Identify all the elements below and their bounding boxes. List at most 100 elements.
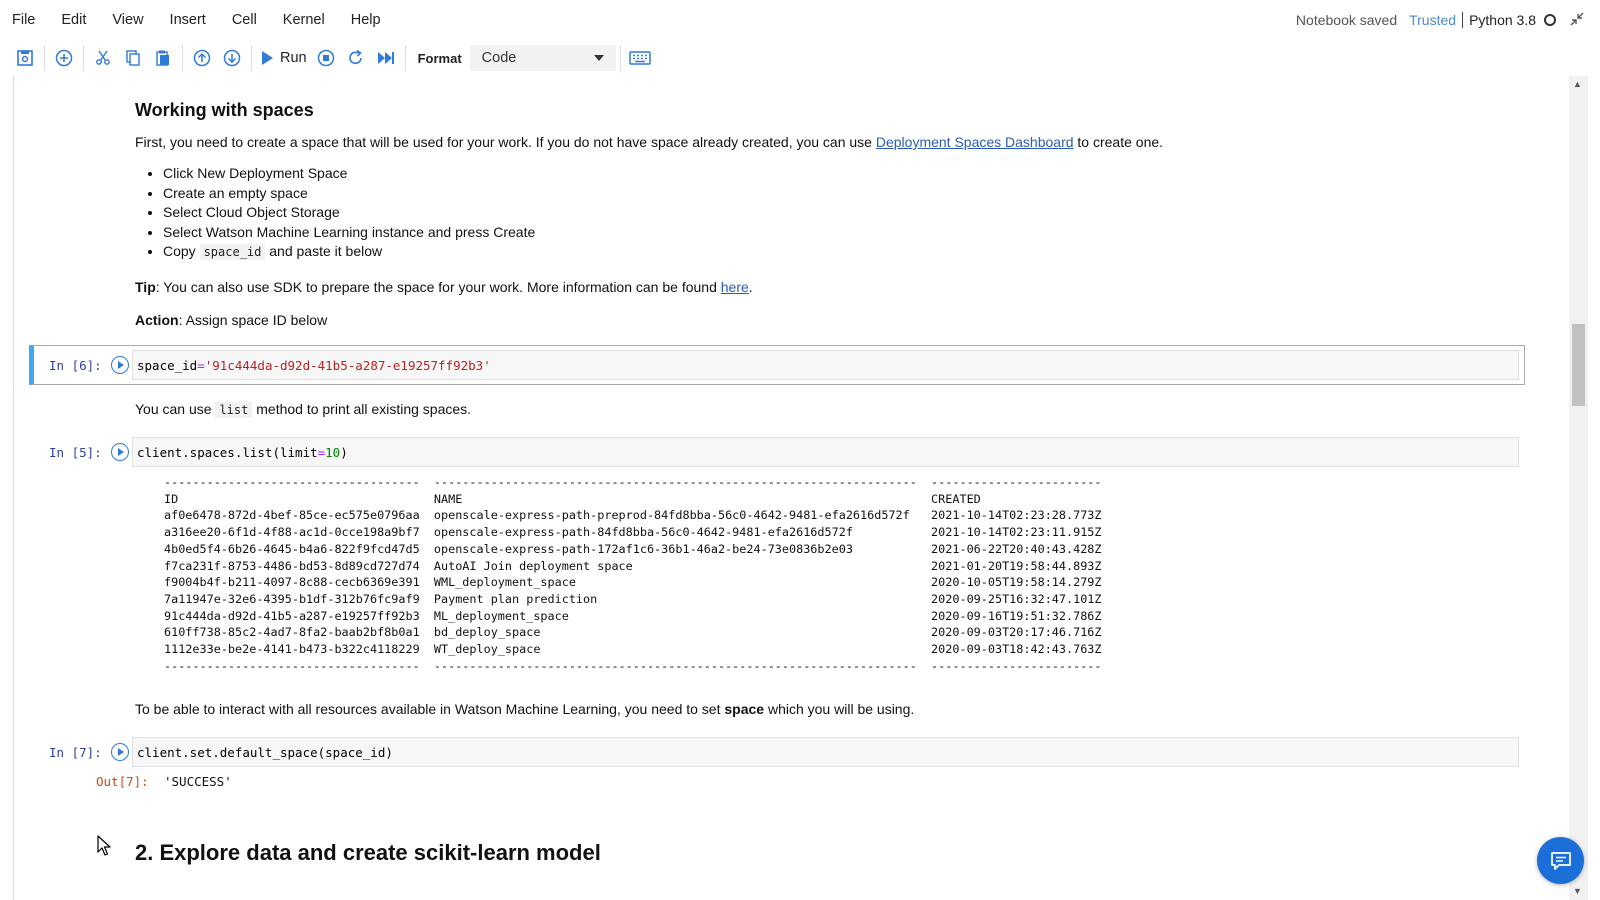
code-string: '91c444da-d92d-41b5-a287-e19257ff92b3' bbox=[204, 357, 491, 373]
steps-list: Click New Deployment Space Create an emp… bbox=[135, 164, 1515, 263]
action-paragraph: Action: Assign space ID below bbox=[135, 310, 1515, 330]
inline-code: space_id bbox=[199, 244, 266, 261]
notebook-area: Working with spaces First, you need to c… bbox=[13, 76, 1569, 900]
mouse-cursor-icon bbox=[97, 835, 111, 860]
table-row: 91c444da-d92d-41b5-a287-e19257ff92b3 ML_… bbox=[164, 608, 1102, 623]
menu-file[interactable]: File bbox=[12, 12, 35, 28]
menu-kernel[interactable]: Kernel bbox=[283, 12, 325, 28]
stop-icon[interactable] bbox=[311, 43, 341, 73]
paste-icon[interactable] bbox=[148, 43, 178, 73]
action-label: Action bbox=[135, 311, 179, 328]
table-row: 610ff738-85c2-4ad7-8fa2-baab2bf8b0a1 bd_… bbox=[164, 625, 1102, 640]
menu-view[interactable]: View bbox=[112, 12, 143, 28]
action-text: : Assign space ID below bbox=[178, 311, 328, 328]
save-status: Notebook saved bbox=[1295, 12, 1398, 28]
output-prompt: Out[7]: bbox=[96, 774, 149, 789]
toolbar-divider bbox=[44, 45, 45, 71]
cell-type-select[interactable]: Code bbox=[469, 45, 616, 71]
menu-cell[interactable]: Cell bbox=[232, 12, 257, 28]
table-rule: ------------------------------------ ---… bbox=[164, 658, 1102, 673]
copy-icon[interactable] bbox=[118, 43, 148, 73]
trusted-indicator[interactable]: Trusted bbox=[1409, 12, 1464, 28]
run-cell-icon[interactable] bbox=[111, 443, 129, 461]
toolbar-divider bbox=[404, 45, 406, 71]
toolbar-divider bbox=[182, 45, 183, 71]
collapse-icon[interactable] bbox=[1570, 12, 1584, 29]
menu-edit[interactable]: Edit bbox=[61, 12, 86, 28]
move-up-icon[interactable] bbox=[187, 43, 217, 73]
intro-paragraph: First, you need to create a space that w… bbox=[135, 132, 1515, 152]
move-down-icon[interactable] bbox=[217, 43, 247, 73]
table-row: 4b0ed5f4-6b26-4645-b4a6-822f9fcd47d5 ope… bbox=[164, 541, 1102, 556]
cut-icon[interactable] bbox=[88, 43, 118, 73]
tip-text: : You can also use SDK to prepare the sp… bbox=[155, 278, 721, 295]
menu-help[interactable]: Help bbox=[351, 12, 381, 28]
table-row: f9004b4f-b211-4097-8c88-cecb6369e391 WML… bbox=[164, 575, 1102, 590]
spaces-table: ------------------------------------ ---… bbox=[164, 475, 1102, 673]
tip-end: . bbox=[748, 278, 753, 295]
list-item: Select Watson Machine Learning instance … bbox=[163, 223, 1515, 243]
bold-text: space bbox=[724, 701, 765, 717]
list-method-paragraph: You can use list method to print all exi… bbox=[135, 399, 471, 420]
fast-forward-icon[interactable] bbox=[371, 43, 401, 73]
code-input-spaces-list[interactable]: client.spaces.list(limit = 10) bbox=[132, 437, 1519, 467]
code-call: client.set.default_space(space_id) bbox=[137, 744, 393, 760]
kernel-name[interactable]: Python 3.8 bbox=[1469, 12, 1536, 28]
list-item: Select Cloud Object Storage bbox=[163, 203, 1515, 223]
vertical-scrollbar[interactable]: ▲ ▼ bbox=[1569, 76, 1588, 900]
markdown-cell-list-method[interactable]: You can use list method to print all exi… bbox=[135, 399, 471, 420]
restart-icon[interactable] bbox=[341, 43, 371, 73]
text: method to print all existing spaces. bbox=[252, 401, 472, 417]
input-prompt: In [6]: bbox=[49, 358, 102, 373]
menu-list: File Edit View Insert Cell Kernel Help bbox=[0, 12, 407, 28]
deployment-spaces-dashboard-link[interactable]: Deployment Spaces Dashboard bbox=[876, 134, 1074, 150]
add-cell-icon[interactable] bbox=[49, 43, 79, 73]
run-cell-icon[interactable] bbox=[111, 356, 129, 374]
toolbar-divider bbox=[251, 45, 252, 71]
save-icon[interactable] bbox=[10, 43, 40, 73]
intro-text-end: to create one. bbox=[1073, 134, 1164, 150]
section-heading-explore-data[interactable]: 2. Explore data and create scikit-learn … bbox=[135, 840, 601, 866]
here-link[interactable]: here bbox=[721, 279, 749, 295]
run-cell-icon[interactable] bbox=[111, 743, 129, 761]
run-icon bbox=[262, 51, 273, 65]
tip-label: Tip bbox=[135, 278, 156, 295]
input-prompt: In [5]: bbox=[49, 445, 102, 460]
chat-button[interactable] bbox=[1537, 837, 1584, 884]
list-item: Copy space_id and paste it below bbox=[163, 242, 1515, 263]
set-space-paragraph: To be able to interact with all resource… bbox=[135, 699, 914, 719]
table-row: a316ee20-6f1d-4f88-ac1d-0cce198a9bf7 ope… bbox=[164, 525, 1102, 540]
code-call: client.spaces.list(limit bbox=[137, 444, 318, 460]
markdown-cell-set-space[interactable]: To be able to interact with all resource… bbox=[135, 699, 914, 719]
kernel-idle-icon bbox=[1544, 14, 1556, 26]
text: which you will be using. bbox=[764, 701, 915, 717]
code-input-space-id[interactable]: space_id = '91c444da-d92d-41b5-a287-e192… bbox=[132, 350, 1519, 380]
list-item: Click New Deployment Space bbox=[163, 164, 1515, 184]
chevron-down-icon bbox=[593, 55, 604, 61]
spaces-list-output: ------------------------------------ ---… bbox=[164, 474, 1102, 674]
list-item-text: and paste it below bbox=[265, 243, 383, 260]
code-paren: ) bbox=[340, 444, 348, 460]
table-header: ID NAME CREATED bbox=[164, 491, 981, 506]
input-prompt: In [7]: bbox=[49, 745, 102, 760]
code-operator: = bbox=[317, 444, 326, 460]
text: To be able to interact with all resource… bbox=[135, 701, 725, 717]
scroll-up-arrow-icon[interactable]: ▲ bbox=[1573, 79, 1582, 89]
run-button[interactable]: Run bbox=[256, 50, 311, 66]
chat-icon bbox=[1550, 851, 1571, 870]
scroll-down-arrow-icon[interactable]: ▼ bbox=[1573, 886, 1582, 896]
run-label: Run bbox=[280, 50, 307, 66]
code-number: 10 bbox=[325, 444, 341, 460]
code-input-set-default-space[interactable]: client.set.default_space(space_id) bbox=[132, 737, 1519, 767]
tip-paragraph: Tip: You can also use SDK to prepare the… bbox=[135, 277, 1515, 297]
format-label: Format bbox=[417, 50, 462, 66]
scrollbar-thumb[interactable] bbox=[1572, 324, 1585, 406]
code-operator: = bbox=[197, 357, 205, 373]
menu-insert[interactable]: Insert bbox=[170, 12, 206, 28]
markdown-cell-working-with-spaces[interactable]: Working with spaces First, you need to c… bbox=[135, 100, 1515, 330]
text: You can use bbox=[135, 401, 216, 417]
table-row: 7a11947e-32e6-4395-b1df-312b76fc9af9 Pay… bbox=[164, 591, 1102, 606]
keyboard-icon[interactable] bbox=[625, 43, 655, 73]
toolbar-divider bbox=[619, 45, 621, 71]
table-row: f7ca231f-8753-4486-bd53-8d89cd727d74 Aut… bbox=[164, 558, 1102, 573]
